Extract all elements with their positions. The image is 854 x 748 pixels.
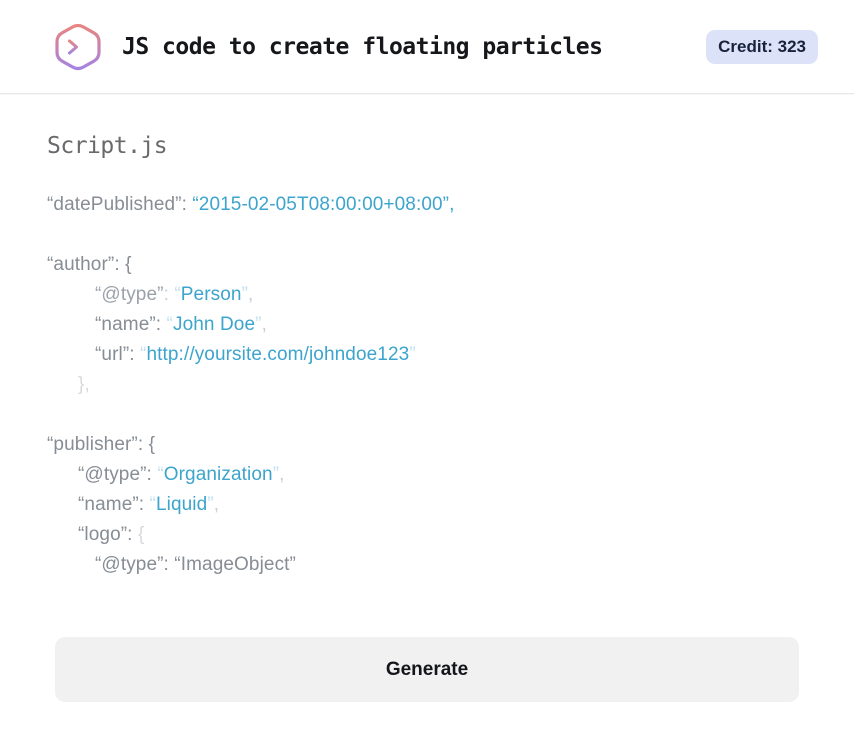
code-line: “@type”: “Organization”, (78, 464, 285, 485)
code-line: “url”: “http://yoursite.com/johndoe123” (95, 344, 416, 365)
code-line: “name”: “Liquid”, (78, 494, 220, 515)
terminal-hexagon-icon (55, 23, 101, 70)
code-line: “publisher”: { (47, 434, 156, 455)
code-line: “author”: { (47, 254, 132, 275)
code-line: “@type”: “ImageObject” (95, 554, 296, 575)
code-line: “@type”: “Person”, (95, 284, 254, 305)
header: JS code to create floating particles Cre… (0, 0, 854, 94)
generate-button[interactable]: Generate (55, 637, 799, 702)
code-block: “datePublished”: “2015-02-05T08:00:00+08… (47, 190, 807, 580)
code-line: “logo”: { (78, 524, 145, 545)
file-label: Script.js (47, 133, 168, 159)
code-line: “datePublished”: “2015-02-05T08:00:00+08… (47, 194, 455, 215)
main-content: Script.js “datePublished”: “2015-02-05T0… (0, 132, 854, 702)
code-line: }, (78, 374, 90, 395)
credit-badge: Credit: 323 (706, 29, 818, 64)
code-line: “name”: “John Doe”, (95, 314, 267, 335)
page-title: JS code to create floating particles (122, 33, 603, 60)
